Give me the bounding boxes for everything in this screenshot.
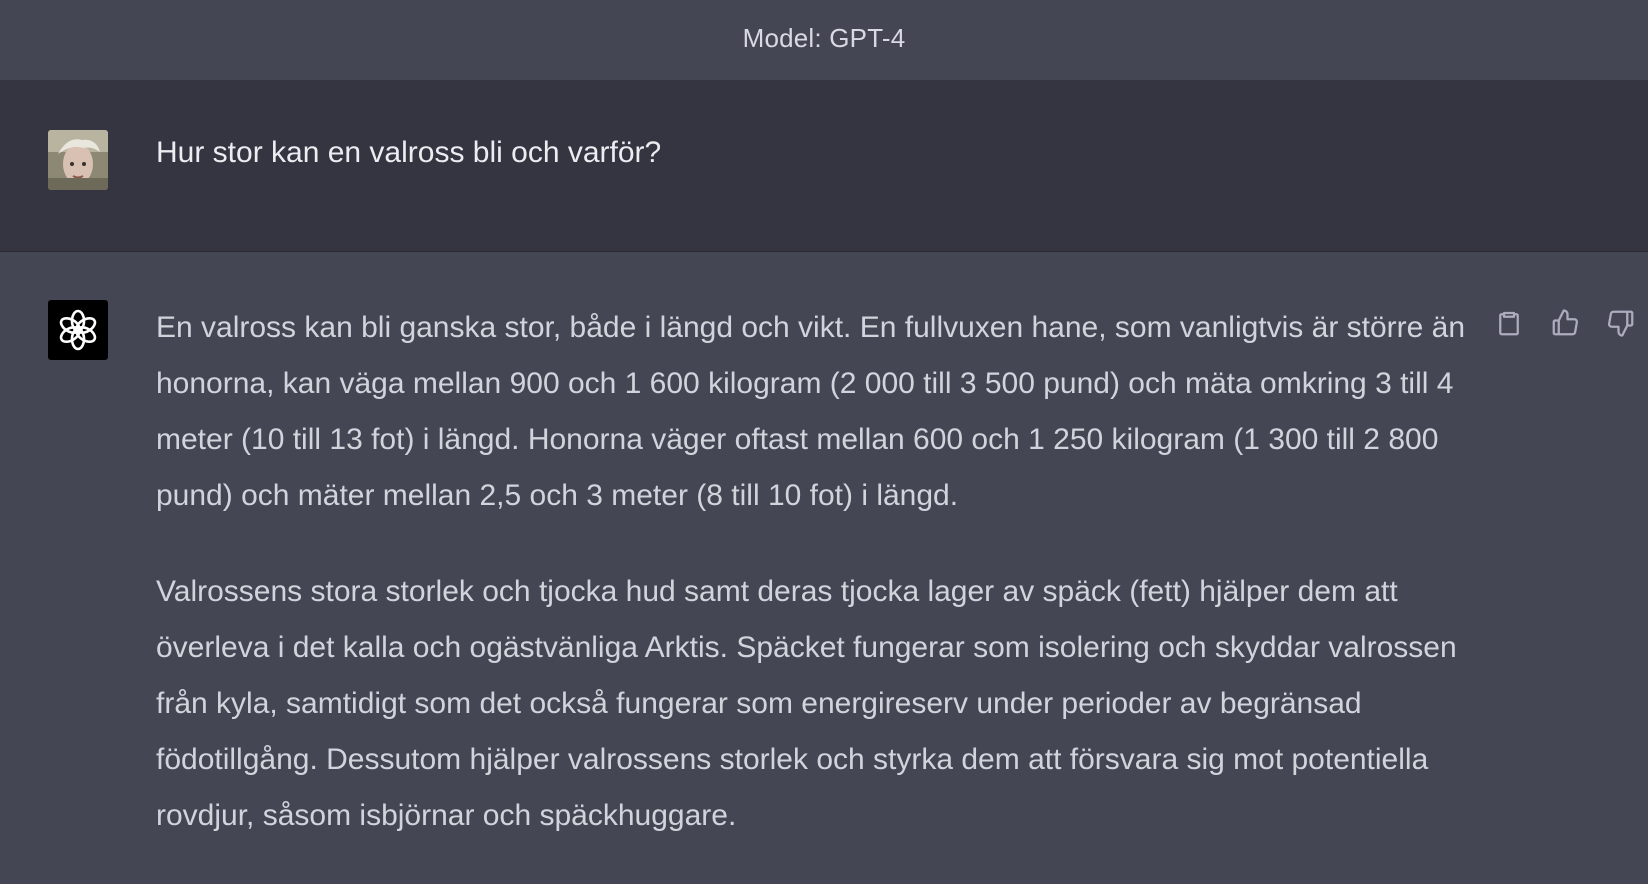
clipboard-icon [1499,311,1519,336]
user-message-row: Hur stor kan en valross bli och varför? [0,81,1648,252]
model-header: Model: GPT-4 [0,0,1648,81]
assistant-paragraph-1: En valross kan bli ganska stor, både i l… [156,311,1466,512]
thumbs-down-icon [1608,310,1634,337]
user-avatar [48,130,108,190]
openai-logo-svg [59,309,97,351]
user-message: Hur stor kan en valross bli och varför? [156,136,662,169]
assistant-message-row: En valross kan bli ganska stor, både i l… [0,252,1648,876]
copy-button[interactable] [1492,306,1526,340]
thumbs-up-icon [1552,309,1578,336]
assistant-paragraph-2: Valrossens stora storlek och tjocka hud … [156,575,1457,832]
model-label: Model: GPT-4 [742,22,906,53]
assistant-message: En valross kan bli ganska stor, både i l… [156,300,1476,884]
thumbs-up-button[interactable] [1548,306,1582,340]
message-actions [1492,306,1638,340]
openai-logo-icon [48,300,108,360]
user-avatar-image [48,130,108,190]
thumbs-down-button[interactable] [1604,306,1638,340]
